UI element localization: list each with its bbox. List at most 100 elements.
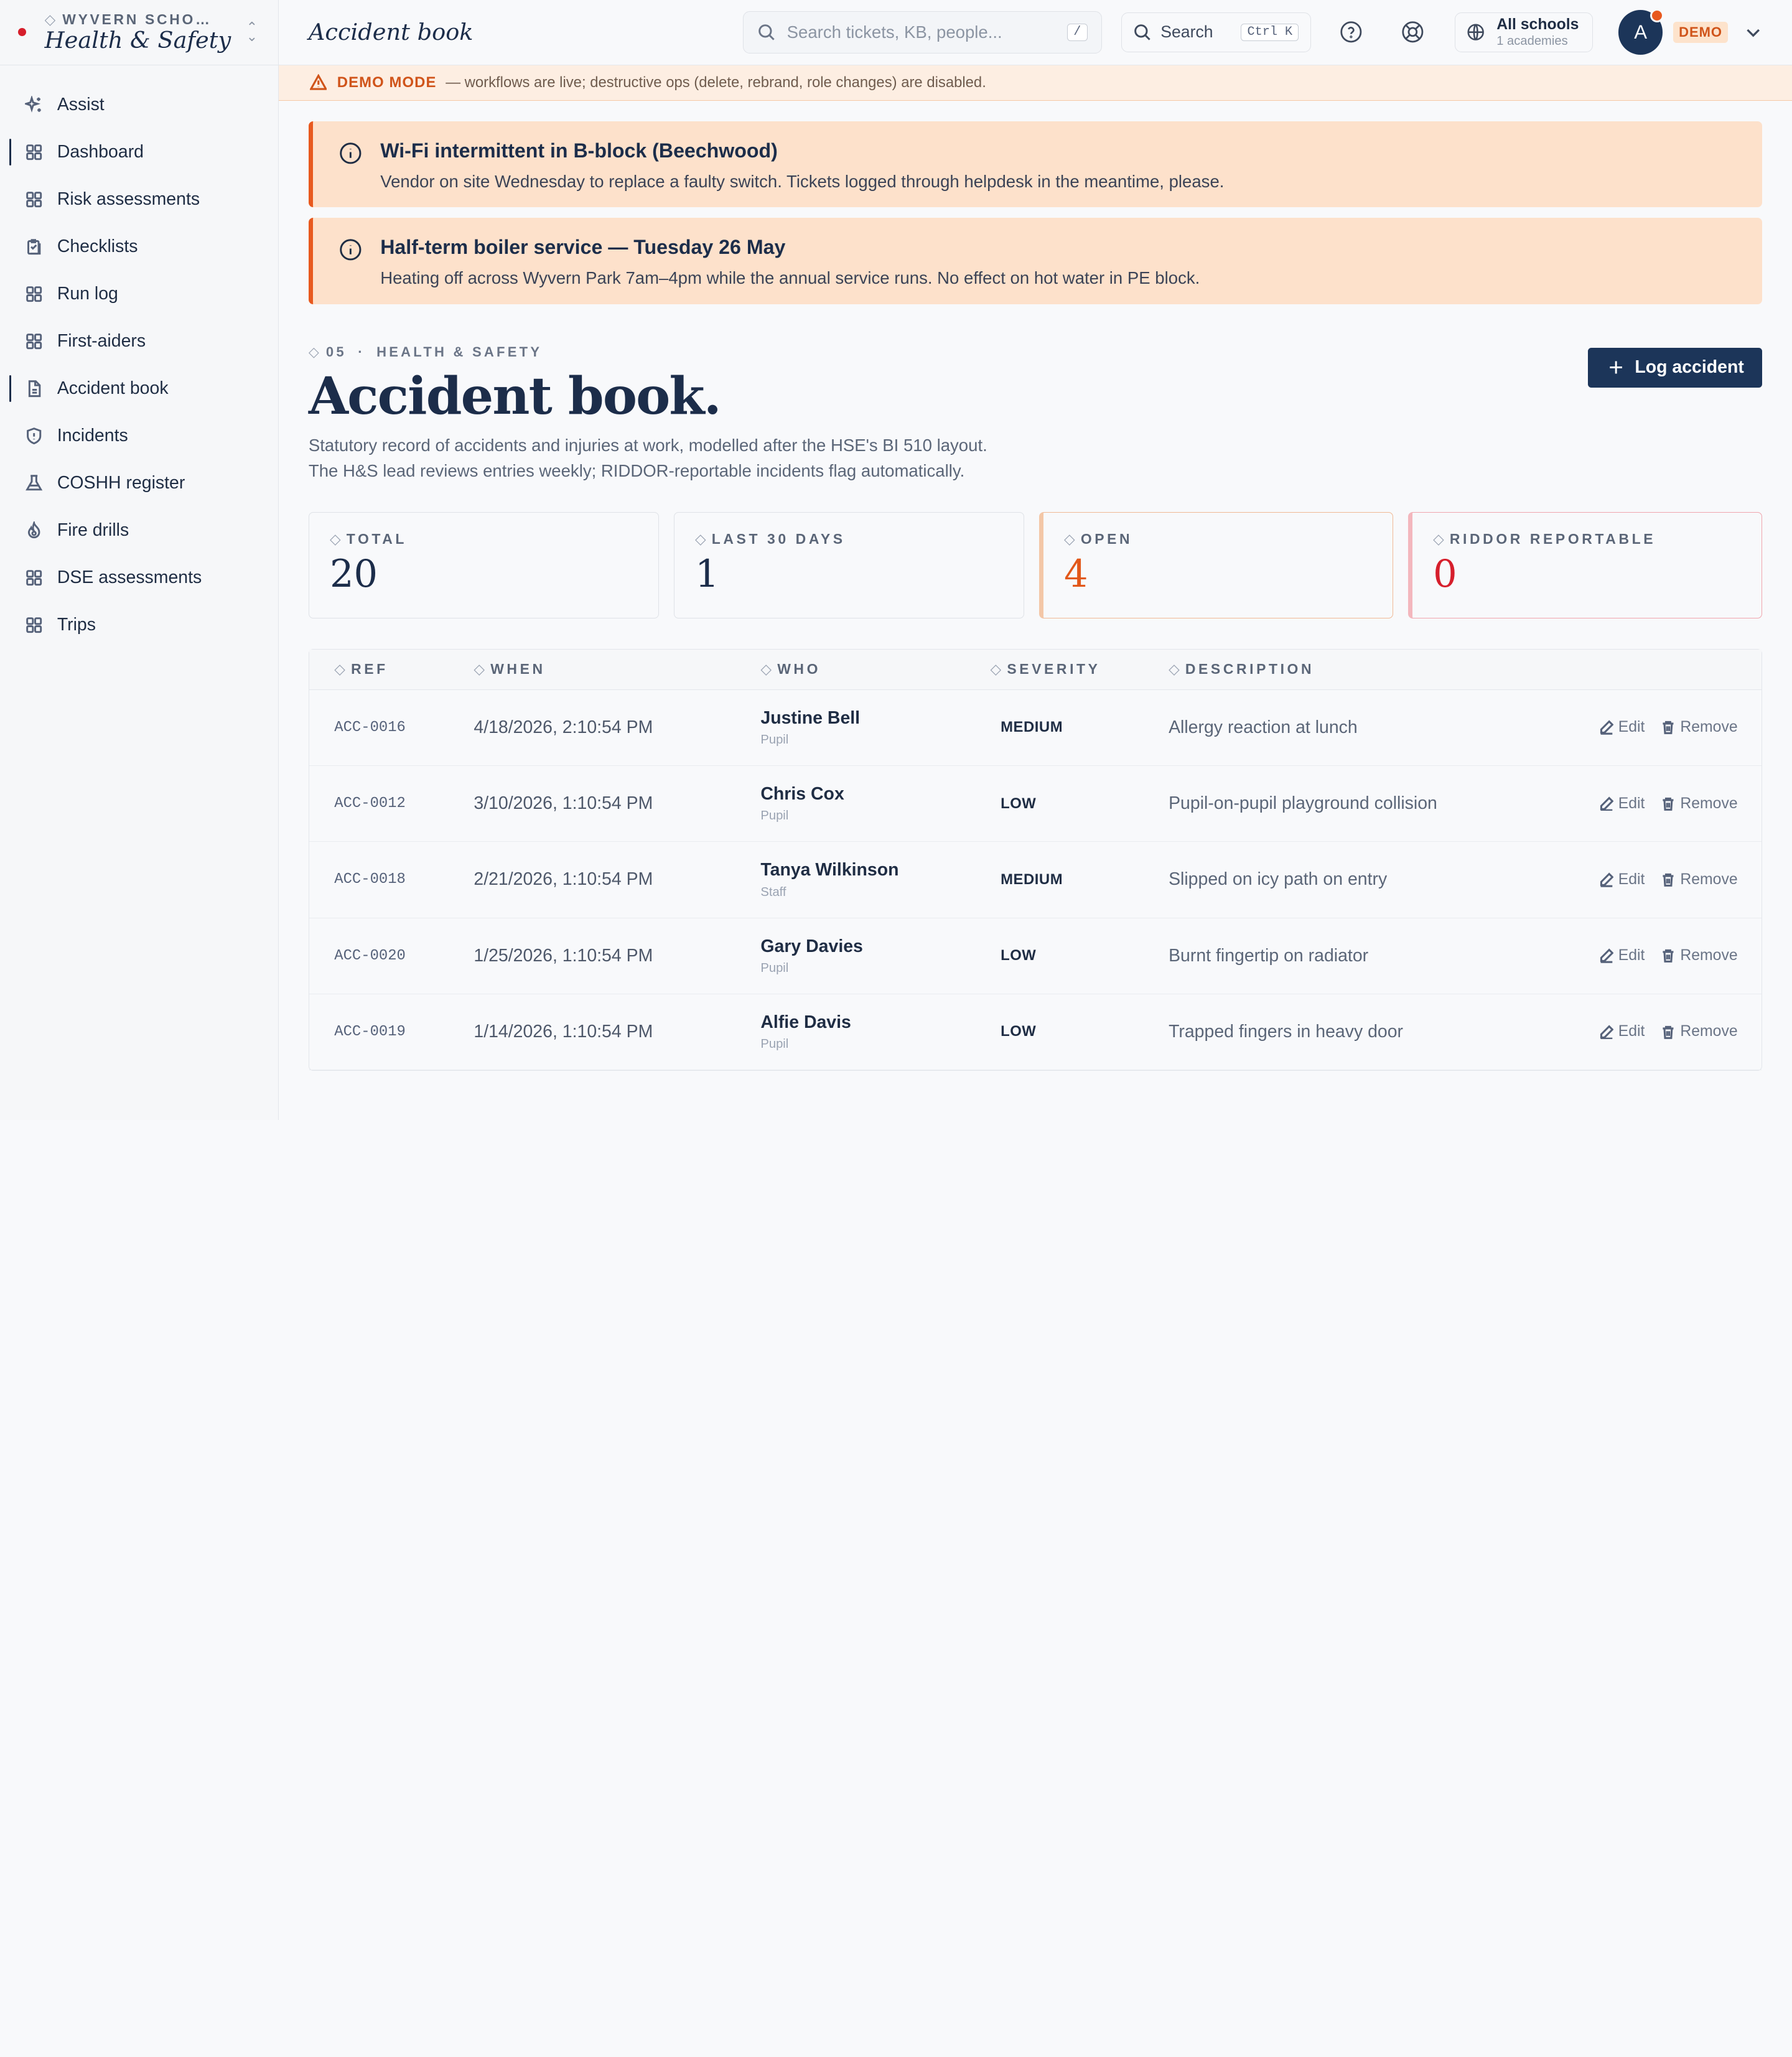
sidebar-item-label: COSHH register [57, 473, 185, 493]
row-person-role: Pupil [760, 961, 789, 975]
row-ref: ACC-0019 [334, 1023, 406, 1040]
sidebar-item-label: Run log [57, 284, 118, 304]
table-header: ◇ REF ◇ WHEN ◇ WHO ◇ SEVERITY ◇ DESCRIPTION [309, 650, 1762, 690]
stat-label-text: TOTAL [346, 531, 408, 548]
info-icon [339, 142, 362, 165]
table-row[interactable]: ACC-0020 1/25/2026, 1:10:54 PM Gary Davi… [309, 918, 1762, 994]
row-when: 3/10/2026, 1:10:54 PM [474, 793, 653, 814]
remove-button[interactable]: Remove [1661, 795, 1738, 813]
edit-button[interactable]: Edit [1599, 947, 1645, 964]
sidebar-item-incidents[interactable]: Incidents [0, 413, 278, 460]
trash-icon [1663, 1025, 1674, 1039]
edit-button[interactable]: Edit [1599, 871, 1645, 889]
edit-button[interactable]: Edit [1599, 719, 1645, 736]
diamond-icon: ◇ [329, 531, 341, 548]
log-accident-button[interactable]: + Log accident [1588, 347, 1763, 388]
column-header-label: SEVERITY [1007, 661, 1101, 678]
remove-label: Remove [1680, 795, 1738, 812]
help-icon[interactable] [1338, 20, 1363, 45]
remove-button[interactable]: Remove [1661, 1023, 1738, 1040]
grid-icon [25, 143, 43, 161]
notice-banner: Half-term boiler service — Tuesday 26 Ma… [308, 217, 1763, 304]
column-header-ref[interactable]: ◇ REF [309, 661, 474, 678]
table-row[interactable]: ACC-0019 1/14/2026, 1:10:54 PM Alfie Dav… [309, 994, 1762, 1071]
remove-button[interactable]: Remove [1661, 871, 1738, 889]
remove-button[interactable]: Remove [1661, 947, 1738, 964]
row-actions: Edit Remove [1590, 871, 1762, 889]
demo-mode-text: — workflows are live; destructive ops (d… [446, 73, 986, 91]
sidebar-item-run-log[interactable]: Run log [0, 271, 278, 318]
remove-button[interactable]: Remove [1661, 719, 1738, 736]
banner-body: Heating off across Wyvern Park 7am–4pm w… [380, 268, 1200, 288]
edit-icon [1600, 796, 1613, 811]
grid-icon [25, 332, 43, 350]
sidebar-item-trips[interactable]: Trips [0, 602, 278, 649]
school-picker-label: All schools [1496, 16, 1579, 33]
flame-icon [25, 521, 43, 539]
table-row[interactable]: ACC-0018 2/21/2026, 1:10:54 PM Tanya Wil… [309, 842, 1762, 918]
row-person-role: Pupil [760, 809, 789, 823]
row-when: 1/25/2026, 1:10:54 PM [474, 945, 653, 966]
eyebrow-label: HEALTH & SAFETY [376, 344, 543, 360]
sidebar-item-dse-assessments[interactable]: DSE assessments [0, 554, 278, 602]
sidebar-item-coshh-register[interactable]: COSHH register [0, 460, 278, 507]
sidebar-item-label: First-aiders [57, 331, 146, 352]
brand-org-label: WYVERN SCHOO… [62, 11, 218, 27]
column-header-when[interactable]: ◇ WHEN [474, 661, 760, 678]
table-row[interactable]: ACC-0016 4/18/2026, 2:10:54 PM Justine B… [309, 690, 1762, 766]
row-ref: ACC-0012 [334, 795, 406, 813]
stats-row: ◇ TOTAL 20 ◇ LAST 30 DAYS 1 ◇ OPEN 4 ◇ RIDDO… [308, 511, 1763, 618]
avatar[interactable]: A [1618, 9, 1664, 55]
edit-label: Edit [1618, 1023, 1645, 1040]
global-search[interactable]: / [742, 11, 1102, 54]
sidebar-item-fire-drills[interactable]: Fire drills [0, 507, 278, 554]
sidebar-item-assist[interactable]: Assist [0, 81, 278, 128]
row-person-role: Pupil [760, 732, 789, 747]
brand-status-dot [18, 28, 27, 37]
diamond-icon: ◇ [44, 11, 56, 27]
accident-table: ◇ REF ◇ WHEN ◇ WHO ◇ SEVERITY ◇ DESCRIPTION A… [308, 649, 1763, 1071]
sidebar-item-risk-assessments[interactable]: Risk assessments [0, 175, 278, 223]
sidebar-item-checklists[interactable]: Checklists [0, 223, 278, 270]
grid-icon [25, 190, 43, 208]
brand-org: ◇ WYVERN SCHOO… [45, 11, 218, 28]
column-header-severity[interactable]: ◇ SEVERITY [991, 661, 1169, 678]
diamond-icon: ◇ [474, 661, 485, 678]
chevron-up-down-icon[interactable]: ⌃ ⌄ [244, 21, 260, 44]
trash-icon [1663, 873, 1674, 887]
row-actions: Edit Remove [1590, 947, 1762, 964]
sidebar-item-label: Assist [57, 94, 105, 114]
school-picker[interactable]: All schools 1 academies [1455, 12, 1594, 52]
search-icon [1134, 24, 1150, 40]
stat-label-text: RIDDOR REPORTABLE [1449, 531, 1656, 548]
search-input[interactable] [786, 22, 1068, 42]
edit-button[interactable]: Edit [1599, 1023, 1645, 1040]
command-search-button[interactable]: Search Ctrl K [1121, 12, 1311, 52]
trash-icon [1663, 721, 1674, 735]
table-row[interactable]: ACC-0012 3/10/2026, 1:10:54 PM Chris Cox… [309, 766, 1762, 842]
plus-icon: + [1608, 353, 1623, 382]
chevron-down-icon[interactable] [1744, 23, 1762, 41]
stat-card-open: ◇ OPEN 4 [1038, 511, 1394, 618]
avatar-initial: A [1634, 21, 1648, 43]
globe-icon [1467, 24, 1485, 41]
sidebar-item-dashboard[interactable]: Dashboard [0, 128, 278, 175]
row-description: Slipped on icy path on entry [1169, 869, 1388, 890]
column-header-description[interactable]: ◇ DESCRIPTION [1169, 661, 1762, 678]
support-lifebuoy-icon[interactable] [1400, 20, 1425, 45]
sidebar-item-first-aiders[interactable]: First-aiders [0, 318, 278, 365]
remove-label: Remove [1680, 719, 1738, 736]
log-accident-label: Log accident [1635, 357, 1744, 378]
stat-label: ◇ LAST 30 DAYS [695, 531, 1003, 548]
search-shortcut: / [1067, 23, 1088, 42]
row-description: Allergy reaction at lunch [1169, 717, 1358, 737]
sidebar-item-label: Fire drills [57, 520, 129, 541]
row-severity: LOW [1001, 795, 1037, 812]
sidebar-item-accident-book[interactable]: Accident book [0, 365, 278, 413]
edit-button[interactable]: Edit [1599, 795, 1645, 813]
page-title: Accident book. [308, 366, 722, 427]
page-description: Statutory record of accidents and injuri… [308, 436, 987, 480]
column-header-who[interactable]: ◇ WHO [760, 661, 990, 678]
brand-switcher[interactable]: ◇ WYVERN SCHOO… Health & Safety ⌃ ⌄ [0, 0, 279, 65]
row-person-role: Pupil [760, 1037, 789, 1052]
